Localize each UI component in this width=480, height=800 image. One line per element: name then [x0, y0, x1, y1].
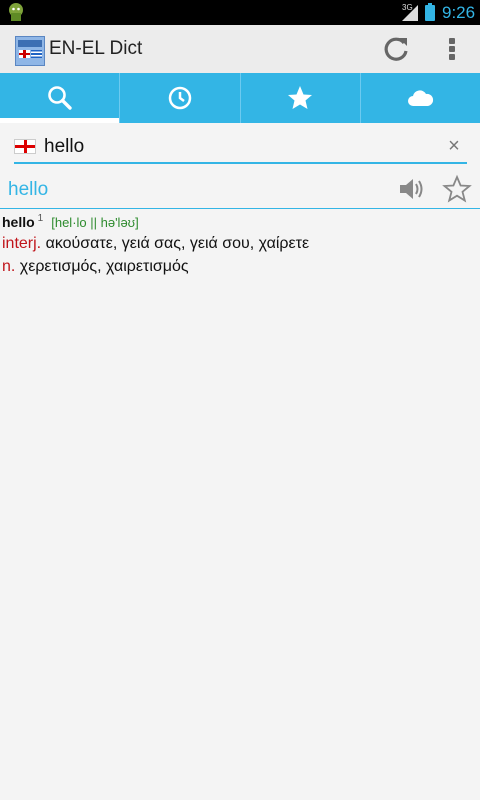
status-time: 9:26 — [442, 3, 476, 22]
entry-index: 1 — [37, 213, 44, 224]
part-of-speech: interj. — [2, 235, 42, 252]
tab-cloud[interactable] — [361, 73, 480, 123]
search-icon — [47, 86, 72, 110]
entry-header: hello 1 [hel·lo || hə'ləʊ] — [2, 213, 472, 230]
tab-bar — [0, 73, 480, 123]
battery-icon — [425, 3, 435, 21]
tab-history[interactable] — [120, 73, 241, 123]
result-header: hello — [0, 170, 480, 209]
translation: ακούσατε, γειά σας, γειά σου, χαίρετε — [45, 235, 310, 252]
clock-icon — [168, 86, 192, 110]
sense-item: interj. ακούσατε, γειά σας, γειά σου, χα… — [2, 235, 472, 253]
pronunciation: [hel·lo || hə'ləʊ] — [51, 215, 139, 230]
app-title: EN-EL Dict — [49, 38, 143, 59]
tab-favorites[interactable] — [241, 73, 361, 123]
tab-search[interactable] — [0, 73, 121, 123]
english-flag-icon[interactable] — [14, 139, 36, 154]
translation: χερετισμός, χαιρετισμός — [19, 258, 189, 275]
android-notification-icon — [9, 3, 23, 21]
speaker-icon[interactable] — [397, 175, 425, 203]
refresh-icon[interactable] — [380, 33, 412, 65]
cloud-icon — [408, 90, 434, 106]
star-icon — [288, 86, 313, 109]
action-bar: EN-EL Dict — [0, 25, 480, 73]
clear-icon[interactable]: × — [444, 135, 464, 158]
search-bar: × — [14, 132, 467, 164]
sense-item: n. χερετισμός, χαιρετισμός — [2, 258, 472, 276]
definition: hello 1 [hel·lo || hə'ləʊ] interj. ακούσατ… — [2, 213, 472, 276]
part-of-speech: n. — [2, 258, 16, 275]
headword: hello — [2, 214, 35, 230]
overflow-menu-icon[interactable] — [440, 33, 464, 65]
search-input[interactable] — [44, 134, 424, 160]
status-bar: 3G 9:26 — [0, 0, 480, 25]
app-icon — [15, 36, 45, 66]
signal-icon — [402, 5, 418, 21]
favorite-star-icon[interactable] — [442, 174, 472, 204]
result-word: hello — [8, 179, 49, 200]
